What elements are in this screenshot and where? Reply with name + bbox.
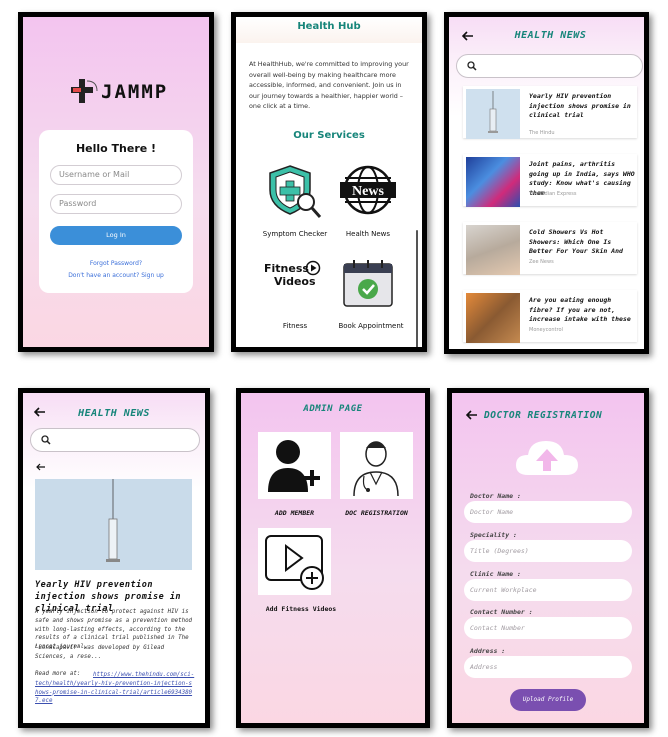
username-input[interactable]: Username or Mail [50, 165, 182, 185]
logo-cross-icon [71, 79, 98, 103]
doctor-name-input[interactable]: Doctor Name [464, 501, 632, 523]
news-title: Cold Showers Vs Hot Showers: Which One I… [529, 228, 623, 255]
services-title: Our Services [293, 130, 365, 141]
login-screen: JAMMP Hello There ! Username or Mail Pas… [18, 12, 214, 352]
news-thumbnail [466, 225, 520, 275]
search-icon [41, 435, 51, 445]
service-fitness[interactable]: Fitness Videos Fitness [250, 252, 330, 332]
search-input[interactable] [456, 54, 643, 78]
field-label: Clinic Name : [470, 570, 521, 578]
admin-screen: ADMIN PAGE ADD MEMBER DOC REGISTRATION A… [236, 388, 430, 728]
news-thumbnail [466, 293, 520, 343]
hub-intro: At HealthHub, we're committed to improvi… [249, 60, 409, 110]
news-card[interactable]: Cold Showers Vs Hot Showers: Which One I… [463, 222, 637, 275]
signup-link[interactable]: Don't have an account? Sign up [39, 272, 193, 279]
field-label: Contact Number : [470, 608, 533, 616]
syringe-icon [106, 479, 120, 562]
news-source: The Hindu [529, 130, 555, 136]
service-label: Fitness [282, 322, 308, 330]
news-list-screen: HEALTH NEWS Yearly HIV prevention inject… [444, 12, 649, 354]
news-card[interactable]: Are you eating enough fibre? If you are … [463, 290, 637, 343]
article-image [35, 479, 192, 570]
calendar-check-icon [343, 260, 393, 307]
news-thumbnail [466, 89, 520, 139]
password-input[interactable]: Password [50, 194, 182, 214]
field-label: Address : [470, 647, 506, 655]
upload-profile-button[interactable]: Upload Profile [510, 689, 586, 711]
back-arrow-icon[interactable] [36, 463, 46, 471]
forgot-password-link[interactable]: Forgot Password? [39, 260, 193, 267]
read-more-link[interactable]: https://www.thehindu.com/sci-tech/health… [35, 671, 195, 706]
news-title: Yearly HIV prevention injection shows pr… [529, 92, 631, 119]
tile-label: ADD MEMBER [274, 509, 315, 517]
service-symptom-checker[interactable]: Symptom Checker [250, 162, 330, 242]
globe-news-icon: News [340, 165, 396, 215]
article-body-2: 'Lenacapavir' was developed by Gilead Sc… [35, 645, 165, 660]
field-label: Speciality : [470, 531, 517, 539]
tile-label: DOC REGISTRATION [345, 509, 408, 517]
service-label: Book Appointment [338, 322, 404, 330]
news-title: Are you eating enough fibre? If you are … [529, 296, 631, 323]
page-title: Health Hub [297, 21, 361, 32]
doctor-registration-screen: DOCTOR REGISTRATION Doctor Name : Doctor… [447, 388, 649, 728]
field-label: Doctor Name : [470, 492, 521, 500]
add-fitness-videos-tile[interactable] [258, 528, 331, 595]
speciality-input[interactable]: Title (Degrees) [464, 540, 632, 562]
back-arrow-icon[interactable] [466, 410, 478, 420]
news-icon-text: News [352, 184, 384, 199]
page-title: ADMIN PAGE [303, 404, 363, 414]
add-video-icon [265, 535, 324, 590]
app-logo: JAMMP [67, 77, 177, 107]
scrollbar[interactable] [416, 230, 418, 347]
login-card: Hello There ! Username or Mail Password … [39, 130, 193, 293]
news-source: The Indian Express [529, 191, 577, 197]
login-greeting: Hello There ! [75, 142, 157, 155]
doctor-icon [353, 441, 399, 497]
service-label: Symptom Checker [262, 230, 328, 238]
news-detail-screen: HEALTH NEWS Yearly HIV prevention inject… [18, 388, 210, 728]
service-label: Health News [345, 230, 391, 238]
news-source: Zee News [529, 259, 554, 265]
clinic-name-input[interactable]: Current Workplace [464, 579, 632, 601]
search-input[interactable] [30, 428, 200, 452]
add-member-tile[interactable] [258, 432, 331, 499]
page-title: HEALTH NEWS [78, 408, 150, 419]
news-thumbnail [466, 157, 520, 207]
news-source: Moneycontrol [529, 327, 563, 333]
address-input[interactable]: Address [464, 656, 632, 678]
logo-text: JAMMP [101, 81, 169, 103]
search-icon [467, 61, 477, 71]
hub-header: Health Hub [236, 17, 422, 43]
news-card[interactable]: Joint pains, arthritis going up in India… [463, 154, 637, 207]
syringe-icon [488, 91, 498, 133]
play-circle-icon [305, 260, 321, 276]
fitness-videos-icon: Fitness Videos [264, 260, 324, 302]
health-hub-screen: Health Hub At HealthHub, we're committed… [231, 12, 427, 352]
news-card[interactable]: Yearly HIV prevention injection shows pr… [463, 86, 637, 139]
doc-registration-tile[interactable] [340, 432, 413, 499]
service-book-appointment[interactable]: Book Appointment [328, 252, 408, 332]
shield-search-icon [269, 165, 322, 218]
page-title: DOCTOR REGISTRATION [484, 410, 603, 421]
login-button[interactable]: Log In [50, 226, 182, 245]
cloud-upload-icon[interactable] [514, 435, 580, 479]
contact-number-input[interactable]: Contact Number [464, 617, 632, 639]
service-health-news[interactable]: News Health News [328, 162, 408, 242]
page-title: HEALTH NEWS [514, 30, 587, 41]
tile-label: Add Fitness Videos [265, 605, 337, 613]
add-user-icon [268, 440, 320, 492]
